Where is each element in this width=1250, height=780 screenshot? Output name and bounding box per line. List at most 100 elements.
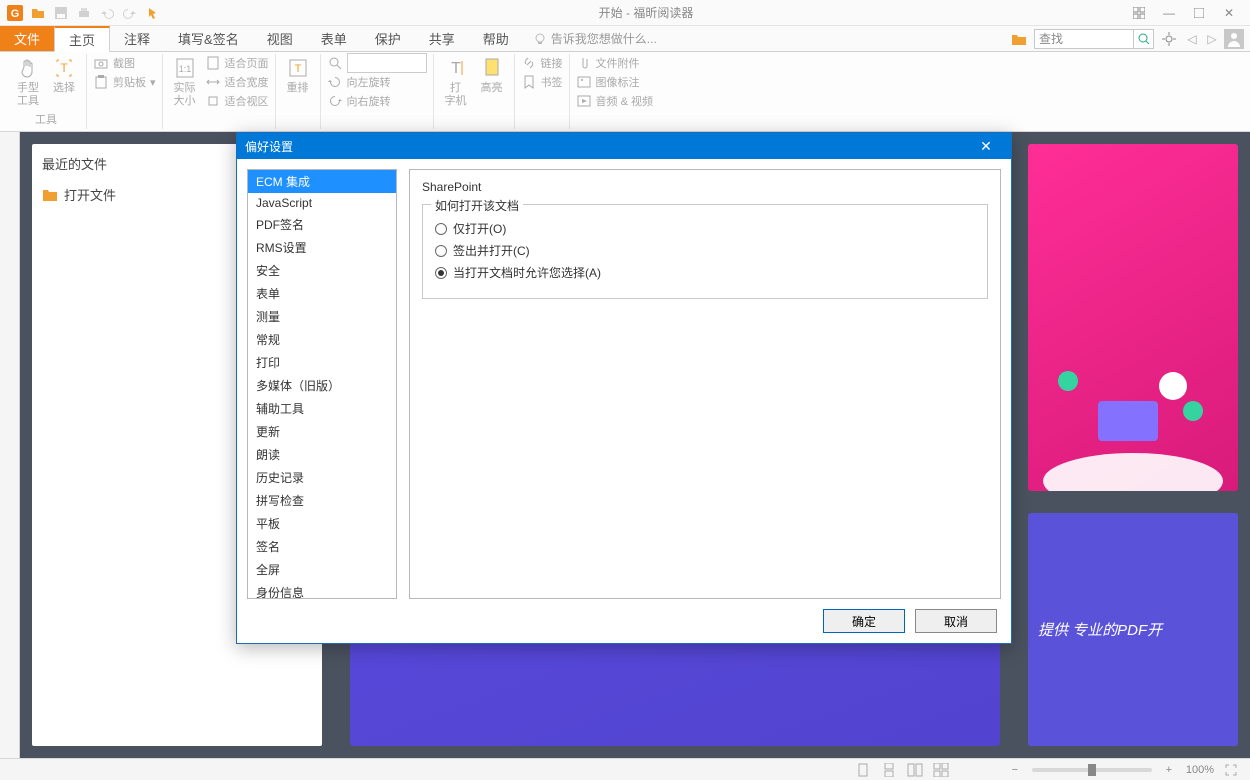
undo-icon[interactable] [96, 2, 118, 24]
fullscreen-icon[interactable] [1222, 762, 1240, 778]
actual-size-button[interactable]: 1:1实际 大小 [169, 54, 201, 110]
typewriter-button[interactable]: T打 字机 [440, 54, 472, 110]
svg-text:G: G [11, 8, 20, 20]
category-item[interactable]: 辅助工具 [248, 397, 396, 420]
rotate-right-icon [327, 93, 343, 109]
folder-icon [42, 188, 58, 202]
tab-file[interactable]: 文件 [0, 26, 54, 51]
category-item[interactable]: 历史记录 [248, 466, 396, 489]
fit-page-button[interactable]: 适合页面 [205, 54, 269, 72]
radio-checkout-open[interactable]: 签出并打开(C) [435, 242, 975, 259]
tab-view[interactable]: 视图 [253, 26, 307, 51]
zoom-slider[interactable] [1032, 768, 1152, 772]
link-icon [521, 55, 537, 71]
camera-icon [93, 55, 109, 71]
radio-ask[interactable]: 当打开文档时允许您选择(A) [435, 264, 975, 281]
redo-icon[interactable] [119, 2, 141, 24]
reflow-button[interactable]: T重排 [282, 54, 314, 97]
category-item[interactable]: 表单 [248, 282, 396, 305]
category-item[interactable]: 更新 [248, 420, 396, 443]
radio-open-only[interactable]: 仅打开(O) [435, 220, 975, 237]
preferences-dialog: 偏好设置 ✕ ECM 集成JavaScriptPDF签名RMS设置安全表单测量常… [236, 132, 1012, 644]
cancel-button[interactable]: 取消 [915, 609, 997, 633]
highlight-icon [480, 56, 504, 80]
category-item[interactable]: 打印 [248, 351, 396, 374]
tab-form[interactable]: 表单 [307, 26, 361, 51]
zoom-icon [327, 55, 343, 71]
tab-help[interactable]: 帮助 [469, 26, 523, 51]
user-avatar[interactable] [1224, 29, 1244, 49]
folder-search-icon[interactable] [1008, 28, 1030, 50]
category-item[interactable]: 全屏 [248, 558, 396, 581]
zoom-out-icon[interactable]: − [1006, 762, 1024, 778]
nav-next-icon[interactable]: ▷ [1204, 32, 1220, 46]
category-item[interactable]: 安全 [248, 259, 396, 282]
minimize-icon[interactable]: — [1158, 4, 1180, 22]
close-window-icon[interactable]: ✕ [1218, 4, 1240, 22]
ok-button[interactable]: 确定 [823, 609, 905, 633]
fit-page-icon [205, 55, 221, 71]
category-item[interactable]: 拼写检查 [248, 489, 396, 512]
tab-comment[interactable]: 注释 [110, 26, 164, 51]
highlight-button[interactable]: 高亮 [476, 54, 508, 97]
category-item[interactable]: 平板 [248, 512, 396, 535]
category-item[interactable]: ECM 集成 [248, 170, 396, 193]
fit-width-button[interactable]: 适合宽度 [205, 73, 269, 91]
category-item[interactable]: 朗读 [248, 443, 396, 466]
category-list[interactable]: ECM 集成JavaScriptPDF签名RMS设置安全表单测量常规打印多媒体（… [247, 169, 397, 599]
actual-size-icon: 1:1 [173, 56, 197, 80]
link-button[interactable]: 链接 [521, 54, 563, 72]
typewriter-icon: T [444, 56, 468, 80]
view-single-icon[interactable] [854, 762, 872, 778]
close-icon[interactable]: ✕ [969, 138, 1003, 155]
category-item[interactable]: 多媒体（旧版） [248, 374, 396, 397]
category-item[interactable]: 常规 [248, 328, 396, 351]
category-item[interactable]: 身份信息 [248, 581, 396, 599]
snapshot-button[interactable]: 截图 [93, 54, 156, 72]
rotate-left-button[interactable]: 向左旋转 [327, 73, 427, 91]
category-item[interactable]: 签名 [248, 535, 396, 558]
hand-tool-button[interactable]: 手型 工具 [12, 54, 44, 110]
nav-prev-icon[interactable]: ◁ [1184, 32, 1200, 46]
save-icon[interactable] [50, 2, 72, 24]
fit-width-icon [205, 74, 221, 90]
cursor-dropdown-icon[interactable] [142, 2, 164, 24]
tellme-label: 告诉我您想做什么... [551, 30, 657, 47]
rotate-right-button[interactable]: 向右旋转 [327, 92, 427, 110]
tab-protect[interactable]: 保护 [361, 26, 415, 51]
gear-icon[interactable] [1158, 28, 1180, 50]
tellme[interactable]: 告诉我您想做什么... [523, 26, 667, 51]
attachment-button[interactable]: 文件附件 [576, 54, 653, 72]
open-icon[interactable] [27, 2, 49, 24]
bookmark-icon [521, 74, 537, 90]
fit-visible-button[interactable]: 适合视区 [205, 92, 269, 110]
bookmark-button[interactable]: 书签 [521, 73, 563, 91]
svg-text:T: T [451, 60, 461, 77]
svg-text:T: T [294, 63, 301, 75]
category-item[interactable]: PDF签名 [248, 213, 396, 236]
left-sidebar[interactable] [0, 132, 20, 758]
zoom-select[interactable] [327, 54, 427, 72]
search-box[interactable]: 查找 [1034, 29, 1154, 49]
search-icon[interactable] [1133, 30, 1153, 48]
ribbon-options-icon[interactable] [1128, 4, 1150, 22]
clipboard-button[interactable]: 剪贴板 ▾ [93, 73, 156, 91]
audio-video-button[interactable]: 音频 & 视频 [576, 92, 653, 110]
print-icon[interactable] [73, 2, 95, 24]
category-item[interactable]: 测量 [248, 305, 396, 328]
view-facing-icon[interactable] [906, 762, 924, 778]
view-continuous-icon[interactable] [880, 762, 898, 778]
bulb-icon [533, 32, 547, 46]
category-item[interactable]: JavaScript [248, 193, 396, 213]
view-continuous-facing-icon[interactable] [932, 762, 950, 778]
promo-pro-card[interactable]: 提供 专业的PDF开 [1028, 513, 1238, 746]
maximize-icon[interactable] [1188, 4, 1210, 22]
zoom-in-icon[interactable]: + [1160, 762, 1178, 778]
tab-home[interactable]: 主页 [54, 26, 110, 52]
promo-support-card[interactable] [1028, 144, 1238, 491]
tab-fillsign[interactable]: 填写&签名 [164, 26, 253, 51]
image-annot-button[interactable]: 图像标注 [576, 73, 653, 91]
tab-share[interactable]: 共享 [415, 26, 469, 51]
select-tool-button[interactable]: T选择 [48, 54, 80, 97]
category-item[interactable]: RMS设置 [248, 236, 396, 259]
